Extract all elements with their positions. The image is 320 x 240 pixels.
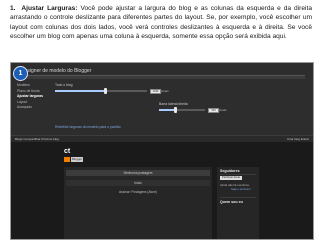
step-number: 1. — [10, 5, 16, 12]
right-sidebar-width-slider-handle[interactable] — [173, 107, 177, 113]
designer-title: Designer de modelo do Blogger — [21, 68, 92, 74]
right-sidebar-column: Seguidores Participar deste site Ainda n… — [217, 167, 259, 239]
followers-divider — [220, 174, 256, 175]
about-me-heading: Quem sou eu — [220, 200, 243, 204]
blogger-designer-screenshot: Designer de modelo do Blogger 1 Modelos … — [10, 62, 314, 240]
blog-width-value[interactable]: 1040 — [150, 89, 161, 94]
blog-title[interactable]: ct — [64, 148, 70, 155]
main-column: Nenhuma postagem Início Assinar: Postage… — [64, 167, 212, 239]
right-sidebar-width-value[interactable]: 310 — [208, 108, 219, 113]
right-sidebar-width-label: Barra lateral direita — [159, 102, 188, 106]
about-divider — [220, 197, 256, 198]
home-link[interactable]: Início — [66, 180, 210, 186]
instruction-paragraph: 1. Ajustar Larguras: Você pode ajustar a… — [10, 4, 312, 42]
navbar-links[interactable]: Blogs Compartilhar Próximo blog — [15, 137, 59, 141]
be-first-link[interactable]: Seja o primeiro! — [231, 187, 251, 191]
designer-sidebar: Modelos Plano de fundo Ajustar larguras … — [17, 83, 49, 111]
no-posts-row: Nenhuma postagem — [66, 170, 210, 176]
navbar-account-links[interactable]: Criar blog Entrar — [287, 137, 309, 141]
blog-width-label: Todo o blog — [55, 83, 73, 87]
right-sidebar-width-slider[interactable] — [159, 107, 205, 113]
subscribe-posts-link[interactable]: Assinar: Postagens (Atom) — [66, 190, 210, 194]
sidebar-item-avancado[interactable]: Avançado — [17, 105, 49, 111]
blog-width-slider-fill — [55, 90, 106, 92]
reset-widths-link[interactable]: Redefinir larguras do modelo para o padr… — [55, 125, 121, 129]
right-sidebar-width-slider-fill — [159, 109, 176, 111]
designer-tab-strip — [19, 75, 305, 79]
blog-width-unit: pixels — [161, 89, 169, 93]
step-heading: Ajustar Larguras: — [21, 5, 78, 12]
blog-width-slider[interactable] — [55, 88, 147, 94]
blogger-logo-icon — [64, 157, 70, 162]
blog-width-slider-handle[interactable] — [104, 88, 108, 94]
template-designer-panel: Designer de modelo do Blogger 1 Modelos … — [11, 63, 313, 136]
blog-preview: ct Blogger Nenhuma postagem Início Assin… — [11, 142, 313, 239]
blogger-badge-label: Blogger — [71, 157, 83, 162]
join-site-button[interactable]: Participar deste site — [220, 176, 242, 183]
right-sidebar-width-unit: pixels — [219, 108, 227, 112]
followers-heading: Seguidores — [220, 169, 240, 173]
step-badge: 1 — [13, 66, 28, 81]
